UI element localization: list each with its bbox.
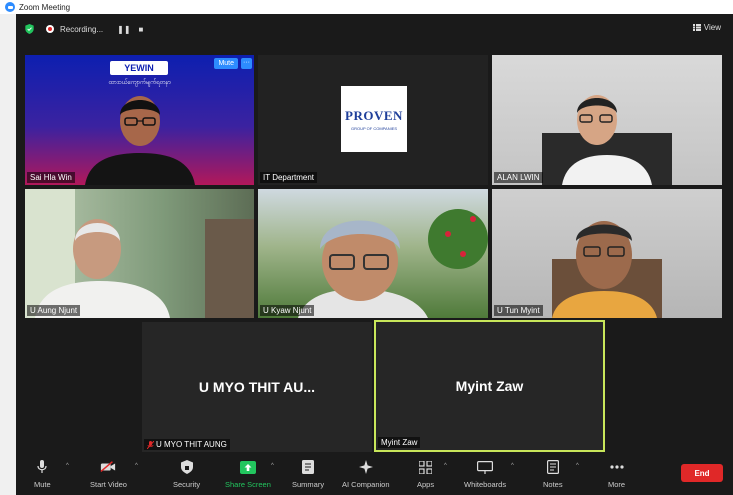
- summary-icon: [300, 459, 316, 475]
- participant-video-u-aung-njunt: [25, 189, 254, 318]
- video-tile-sai-hla-win[interactable]: YEWIN ထားဝယ်ကျောက်မျက်ရတနာ Mute ··· Sai …: [25, 55, 254, 185]
- video-tile-u-kyaw-njunt[interactable]: U Kyaw Njunt: [258, 189, 488, 318]
- meeting-topbar: Recording... ❚❚ ■ View: [16, 14, 733, 44]
- whiteboard-icon: [477, 459, 494, 475]
- mute-button[interactable]: Mute: [34, 459, 51, 489]
- grid-view-icon: [692, 24, 701, 31]
- view-button[interactable]: View: [692, 23, 721, 32]
- notes-icon: [545, 459, 561, 475]
- ai-companion-button[interactable]: AI Companion: [342, 459, 390, 489]
- video-tile-myint-zaw[interactable]: Myint Zaw Myint Zaw: [374, 320, 605, 452]
- apps-options-caret-icon[interactable]: ^: [444, 463, 447, 469]
- video-off-icon: [100, 459, 116, 475]
- share-options-caret-icon[interactable]: ^: [271, 463, 274, 469]
- zoom-logo-icon: [5, 2, 15, 12]
- more-label: More: [608, 480, 626, 489]
- participant-display-name: Myint Zaw: [455, 378, 524, 394]
- mute-participant-button[interactable]: Mute: [214, 58, 238, 69]
- shield-icon: [179, 459, 195, 475]
- proven-logo: PROVEN GROUP OF COMPANIES: [341, 86, 407, 152]
- video-tile-u-tun-myint[interactable]: U Tun Myint: [492, 189, 722, 318]
- participant-name-label: ALAN LWIN: [494, 172, 543, 183]
- participant-name-label: Sai Hla Win: [27, 172, 75, 183]
- meeting-toolbar: Mute ^ Start Video ^ Security Share Scre…: [16, 456, 733, 495]
- participant-name-label: Myint Zaw: [378, 437, 421, 448]
- apps-button[interactable]: Apps: [417, 459, 434, 489]
- stop-recording-button[interactable]: ■: [139, 25, 144, 34]
- pause-recording-button[interactable]: ❚❚: [117, 25, 130, 34]
- ai-companion-icon: [358, 459, 374, 475]
- whiteboards-label: Whiteboards: [464, 480, 507, 489]
- proven-logo-subtext: GROUP OF COMPANIES: [350, 125, 398, 131]
- window-titlebar: Zoom Meeting: [0, 0, 733, 14]
- video-tile-u-myo-thit-aung[interactable]: U MYO THIT AU... U MYO THIT AUNG: [142, 322, 372, 452]
- muted-microphone-icon: [147, 440, 154, 449]
- participant-name-label: U MYO THIT AUNG: [144, 439, 230, 450]
- more-button[interactable]: More: [608, 459, 625, 489]
- video-tile-u-aung-njunt[interactable]: U Aung Njunt: [25, 189, 254, 318]
- participant-more-button[interactable]: ···: [241, 58, 252, 69]
- notes-options-caret-icon[interactable]: ^: [576, 463, 579, 469]
- recording-dot-icon: [46, 25, 54, 33]
- security-label: Security: [173, 480, 201, 489]
- notes-button[interactable]: Notes: [543, 459, 563, 489]
- summary-button[interactable]: Summary: [292, 459, 324, 489]
- participant-name-label: U Tun Myint: [494, 305, 543, 316]
- more-icon: [609, 459, 625, 475]
- recording-indicator: Recording... ❚❚ ■: [46, 25, 143, 34]
- microphone-icon: [34, 459, 50, 475]
- apps-icon: [418, 459, 434, 475]
- participant-name-label: U Aung Njunt: [27, 305, 81, 316]
- share-screen-button[interactable]: Share Screen: [225, 459, 271, 489]
- audio-options-caret-icon[interactable]: ^: [66, 463, 69, 469]
- window-title: Zoom Meeting: [19, 2, 71, 12]
- participant-video-u-kyaw-njunt: [298, 209, 488, 318]
- video-tile-it-department[interactable]: PROVEN GROUP OF COMPANIES IT Department: [258, 55, 488, 185]
- notes-label: Notes: [543, 480, 563, 489]
- share-screen-label: Share Screen: [225, 480, 271, 489]
- participant-video-u-tun-myint: [552, 221, 662, 318]
- yewin-banner-logo: YEWIN: [110, 61, 168, 75]
- participant-name-label: IT Department: [260, 172, 317, 183]
- video-tile-alan-lwin[interactable]: ALAN LWIN: [492, 55, 722, 185]
- summary-label: Summary: [292, 480, 325, 489]
- participant-video-alan-lwin: [542, 95, 672, 185]
- start-video-button[interactable]: Start Video: [90, 459, 127, 489]
- whiteboards-options-caret-icon[interactable]: ^: [511, 463, 514, 469]
- ai-companion-label: AI Companion: [342, 480, 390, 489]
- view-label: View: [703, 23, 721, 32]
- participant-display-name: U MYO THIT AU...: [198, 379, 316, 395]
- mute-label: Mute: [34, 480, 51, 489]
- participant-video-sai-hla-win: [85, 96, 195, 185]
- share-screen-icon: [239, 459, 256, 475]
- whiteboards-button[interactable]: Whiteboards: [464, 459, 506, 489]
- end-meeting-button[interactable]: End: [681, 464, 723, 482]
- proven-logo-text: PROVEN: [345, 107, 403, 123]
- video-options-caret-icon[interactable]: ^: [135, 463, 138, 469]
- security-button[interactable]: Security: [173, 459, 200, 489]
- start-video-label: Start Video: [90, 480, 127, 489]
- encryption-shield-icon[interactable]: [25, 24, 34, 34]
- recording-label: Recording...: [60, 24, 104, 34]
- participant-name-label: U Kyaw Njunt: [260, 305, 315, 316]
- participant-name-text: U MYO THIT AUNG: [156, 440, 227, 449]
- meeting-window: Recording... ❚❚ ■ View YEWIN ထားဝယ်ကျောက…: [16, 14, 733, 495]
- apps-label: Apps: [417, 480, 435, 489]
